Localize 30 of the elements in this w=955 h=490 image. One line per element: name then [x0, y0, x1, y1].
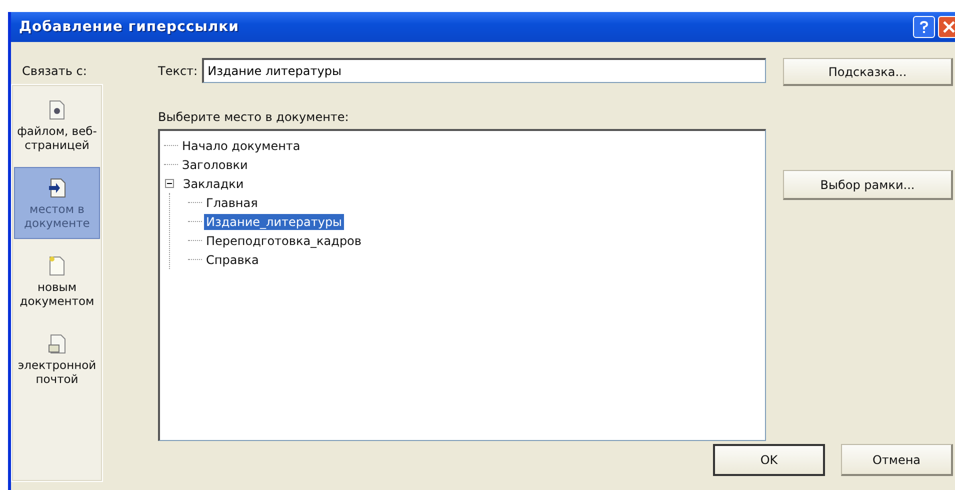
document-icon: [49, 100, 65, 120]
text-label: Текст:: [158, 64, 198, 78]
close-icon[interactable]: [938, 16, 955, 38]
hint-button[interactable]: Подсказка...: [783, 58, 953, 86]
text-field[interactable]: Издание литературы: [202, 58, 766, 83]
tree-item[interactable]: Начало документа: [180, 138, 302, 154]
link-type-item[interactable]: электронной почтой: [14, 323, 100, 395]
tree-item[interactable]: Переподготовка_кадров: [204, 232, 364, 248]
frame-button[interactable]: Выбор рамки...: [783, 170, 953, 200]
collapse-toggle[interactable]: [165, 179, 174, 188]
tree-item[interactable]: Главная: [204, 194, 260, 210]
place-label: Выберите место в документе:: [158, 110, 350, 124]
tree-item[interactable]: Справка: [204, 252, 261, 268]
tree-item[interactable]: Заголовки: [180, 156, 250, 172]
window-title: Добавление гиперссылки: [19, 19, 240, 35]
link-type-label: файлом, веб-страницей: [16, 124, 98, 152]
new-document-icon: [49, 256, 65, 276]
link-type-label: местом в документе: [23, 202, 91, 230]
link-type-label: новым документом: [18, 280, 96, 308]
document-icon: [48, 178, 66, 198]
dialog-button[interactable]: Отмена: [841, 444, 953, 476]
link-type-item[interactable]: новым документом: [14, 245, 100, 317]
help-icon[interactable]: [913, 16, 935, 38]
mail-document-icon: [48, 334, 66, 354]
link-to-label: Связать с:: [21, 64, 88, 78]
link-type-item[interactable]: файлом, веб-страницей: [14, 89, 100, 161]
link-type-label: электронной почтой: [16, 358, 98, 386]
dialog-button[interactable]: OK: [713, 444, 825, 476]
tree-item[interactable]: Издание_литературы: [204, 214, 344, 230]
tree-item[interactable]: Закладки: [181, 176, 246, 192]
